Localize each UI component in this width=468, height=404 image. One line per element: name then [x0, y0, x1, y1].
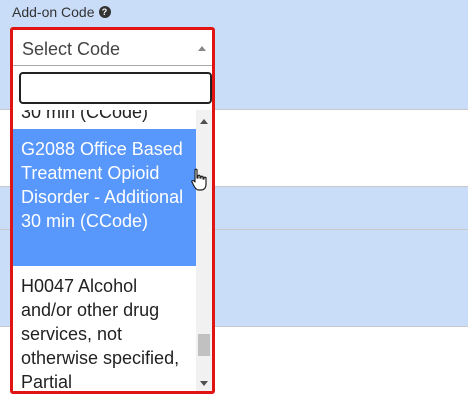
- question-circle-icon[interactable]: ?: [98, 6, 111, 18]
- scroll-down-arrow-icon[interactable]: [200, 381, 208, 386]
- addon-code-label: Add-on Code ?: [12, 4, 111, 20]
- option-item-highlighted[interactable]: G2088 Office Based Treatment Opioid Diso…: [13, 129, 196, 266]
- option-item[interactable]: H0047 Alcohol and/or other drug services…: [13, 266, 196, 391]
- addon-code-label-text: Add-on Code: [12, 4, 95, 20]
- select-search-input[interactable]: [19, 72, 212, 104]
- scroll-thumb[interactable]: [198, 334, 210, 356]
- options-scrollbar[interactable]: [196, 110, 212, 391]
- select-box[interactable]: Select Code: [13, 30, 212, 66]
- options-list[interactable]: 30 min (CCode) G2088 Office Based Treatm…: [13, 110, 196, 391]
- hand-pointer-icon: [191, 168, 207, 191]
- chevron-up-icon[interactable]: [198, 46, 206, 51]
- addon-code-select[interactable]: Select Code 30 min (CCode) G2088 Office …: [10, 27, 215, 394]
- scroll-up-arrow-icon[interactable]: [200, 119, 208, 124]
- select-value: Select Code: [22, 39, 121, 59]
- option-item[interactable]: 30 min (CCode): [21, 110, 148, 124]
